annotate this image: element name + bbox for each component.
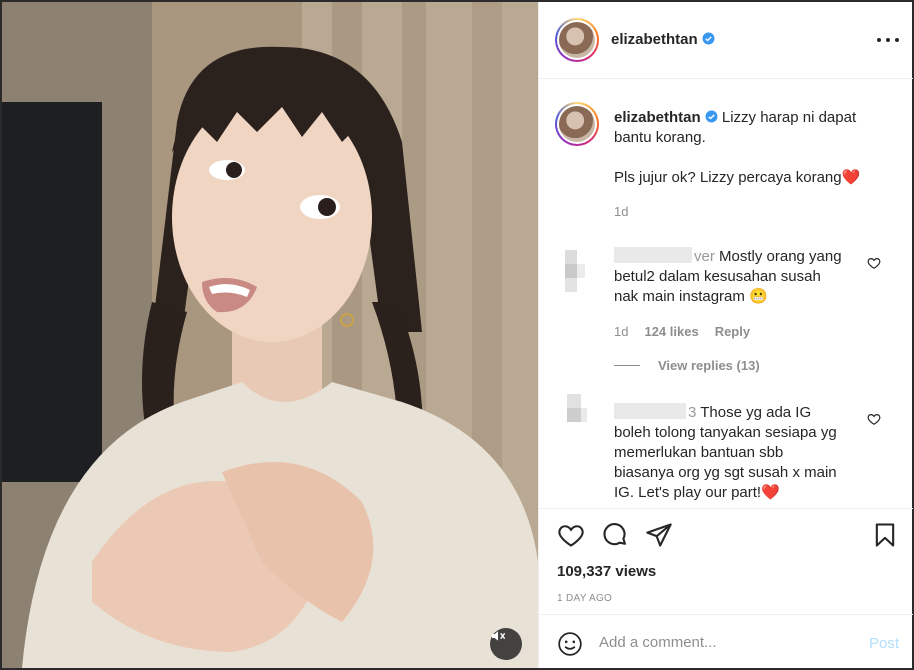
posted-time[interactable]: 1 DAY AGO <box>557 593 612 604</box>
video-frame-illustration <box>2 2 538 668</box>
post-video[interactable] <box>2 2 538 668</box>
caption-username[interactable]: elizabethtan <box>614 109 701 126</box>
paper-plane-icon[interactable] <box>645 521 673 549</box>
comment-text: ver Mostly orang yang betul2 dalam kesus… <box>614 247 904 307</box>
comment-avatar[interactable] <box>559 386 589 438</box>
grimace-emoji: 😬 <box>749 288 768 305</box>
verified-badge-icon <box>705 110 718 123</box>
caption-text: elizabethtan Lizzy harap ni dapat bantu … <box>614 108 904 188</box>
comment-avatar[interactable] <box>559 244 589 296</box>
comment-line-2: betul2 dalam kesusahan susah <box>614 268 821 285</box>
heart-emoji: ❤️ <box>761 484 780 501</box>
comment-line-3: nak main instagram <box>614 288 745 305</box>
reply-button[interactable]: Reply <box>715 324 750 339</box>
comment-line-5: IG. Let's play our part! <box>614 484 762 501</box>
post-sidebar: elizabethtan elizabethtan Lizzy harap ni… <box>538 2 913 668</box>
author-avatar[interactable] <box>555 18 599 62</box>
heart-icon[interactable] <box>557 521 585 549</box>
like-comment-icon[interactable] <box>867 412 881 426</box>
blurred-username[interactable] <box>614 403 686 419</box>
bookmark-icon[interactable] <box>871 521 899 549</box>
comment-line-2: boleh tolong tanyakan sesiapa yg <box>614 424 837 441</box>
speaker-muted-icon <box>492 631 506 641</box>
blurred-username[interactable] <box>614 247 692 263</box>
post-header: elizabethtan <box>539 2 913 79</box>
comment-line-1: Mostly orang yang <box>719 248 842 265</box>
author-username[interactable]: elizabethtan <box>611 31 715 48</box>
comment-line-4: biasanya org yg sgt susah x main <box>614 464 837 481</box>
mute-toggle-button[interactable] <box>490 628 522 660</box>
smiley-icon[interactable] <box>557 631 583 657</box>
verified-badge-icon <box>702 32 715 45</box>
comment-input[interactable] <box>599 629 849 655</box>
comment-time[interactable]: 1d <box>614 324 628 339</box>
more-options-icon[interactable] <box>877 30 899 50</box>
caption-line-2: bantu korang. <box>614 129 706 146</box>
comment-line-1: Those yg ada IG <box>700 404 812 421</box>
add-comment-bar: Post <box>539 614 913 668</box>
comments-list[interactable]: elizabethtan Lizzy harap ni dapat bantu … <box>539 80 913 510</box>
comment-username[interactable]: 3 <box>688 404 696 421</box>
comment-likes[interactable]: 124 likes <box>644 324 698 339</box>
post-comment-button[interactable]: Post <box>869 635 899 652</box>
caption-line-1: Lizzy harap ni dapat <box>721 109 857 126</box>
caption-time[interactable]: 1d <box>614 204 628 219</box>
heart-emoji: ❤️ <box>841 169 861 186</box>
post-actions: 109,337 views 1 DAY AGO <box>539 508 913 612</box>
comment-icon[interactable] <box>601 521 629 549</box>
comment-text: 3 Those yg ada IG boleh tolong tanyakan … <box>614 403 904 503</box>
views-count[interactable]: 109,337 views <box>557 563 656 580</box>
caption-line-3: Pls jujur ok? Lizzy percaya korang <box>614 169 842 186</box>
comment-meta: 1d 124 likes Reply <box>614 324 750 339</box>
view-replies-button[interactable]: View replies (13) <box>614 358 760 373</box>
comment-username[interactable]: ver <box>694 248 715 265</box>
caption-avatar[interactable] <box>555 102 599 146</box>
like-comment-icon[interactable] <box>867 256 881 270</box>
comment-line-3: memerlukan bantuan sbb <box>614 444 784 461</box>
